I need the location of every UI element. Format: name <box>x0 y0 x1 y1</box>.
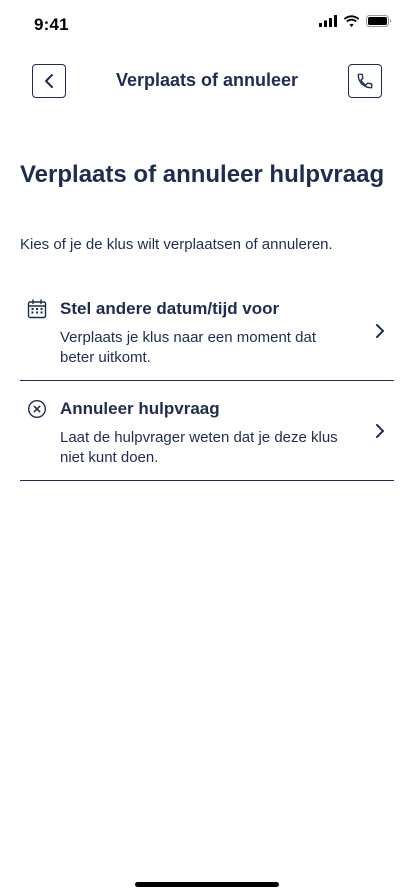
cancel-circle-icon <box>27 399 47 419</box>
page-title: Verplaats of annuleer hulpvraag <box>20 161 385 188</box>
status-bar: 9:41 <box>0 0 414 48</box>
option-title: Stel andere datum/tijd voor <box>60 299 280 318</box>
chevron-right-icon <box>376 324 384 338</box>
option-description: Verplaats je klus naar een moment dat be… <box>60 329 316 366</box>
status-time: 9:41 <box>34 15 69 34</box>
page-subtitle: Kies of je de klus wilt verplaatsen of a… <box>20 236 333 253</box>
option-title: Annuleer hulpvraag <box>60 399 220 418</box>
nav-bar: Verplaats of annuleer <box>0 64 414 98</box>
option-reschedule[interactable]: Stel andere datum/tijd voor Verplaats je… <box>20 293 394 381</box>
phone-icon <box>357 73 373 89</box>
option-cancel[interactable]: Annuleer hulpvraag Laat de hulpvrager we… <box>20 393 394 481</box>
call-button[interactable] <box>348 64 382 98</box>
calendar-icon <box>27 299 47 319</box>
home-indicator <box>135 882 279 887</box>
status-icons <box>319 15 392 27</box>
wifi-icon <box>343 15 360 27</box>
battery-icon <box>366 15 392 27</box>
signal-icon <box>319 15 337 27</box>
chevron-right-icon <box>376 424 384 438</box>
option-description: Laat de hulpvrager weten dat je deze klu… <box>60 429 338 466</box>
